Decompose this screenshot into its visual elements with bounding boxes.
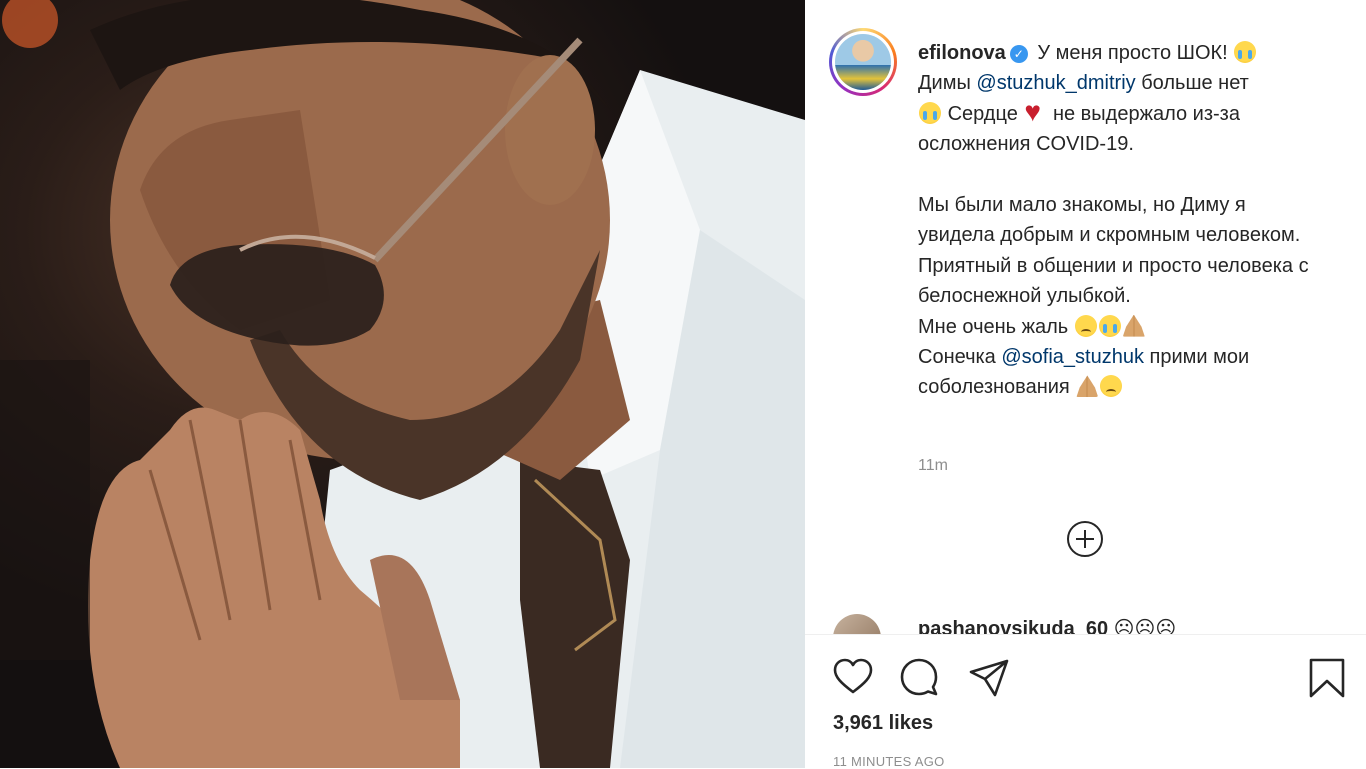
comment-text: pashanovsjkuda_60 ☹☹☹ — [918, 618, 1177, 634]
comment-bubble-icon — [900, 658, 938, 696]
like-button[interactable] — [831, 656, 875, 700]
divider — [805, 634, 1366, 635]
caption-text: Мне очень жаль — [918, 315, 1069, 338]
caption-text: не выдержало из-за — [1052, 102, 1240, 125]
praying-hands-emoji-icon — [1076, 375, 1099, 398]
comment-preview[interactable]: pashanovsjkuda_60 ☹☹☹ — [833, 612, 1353, 634]
crying-emoji-icon — [919, 101, 941, 124]
crying-emoji-icon — [1234, 41, 1257, 63]
story-ring[interactable] — [829, 28, 897, 96]
share-button[interactable] — [967, 656, 1011, 700]
avatar[interactable] — [835, 34, 891, 90]
paper-plane-icon — [969, 659, 1009, 697]
crying-emoji-icon — [1098, 314, 1121, 337]
broken-heart-emoji-icon — [1024, 97, 1046, 127]
caption-text: осложнения COVID-19. — [918, 133, 1134, 156]
sad-emoji-icon — [1074, 314, 1097, 337]
add-circle-icon — [1067, 521, 1103, 557]
action-bar — [805, 650, 1366, 700]
caption-text: больше нет — [1141, 72, 1249, 95]
heart-icon — [833, 658, 873, 694]
load-more-comments-button[interactable] — [1066, 520, 1104, 558]
like-count[interactable]: 3,961 likes — [833, 712, 933, 735]
post-timestamp[interactable]: 11m — [918, 457, 948, 475]
photo-illustration — [0, 0, 805, 768]
post-photo[interactable] — [0, 0, 805, 768]
post-panel: efilonova ✓ У меня просто ШОК! Димы @stuz… — [805, 0, 1366, 769]
commenter-avatar[interactable] — [833, 614, 881, 634]
caption-text: Димы — [918, 72, 971, 95]
caption-text: У меня просто ШОК! — [1037, 42, 1228, 64]
posted-time: 11 MINUTES AGO — [833, 754, 945, 769]
caption-text: Сонечка — [918, 346, 996, 369]
mention-link[interactable]: @stuzhuk_dmitriy — [976, 72, 1135, 94]
username-link[interactable]: efilonova — [918, 42, 1006, 64]
sad-emoji-icon — [1100, 375, 1123, 398]
praying-hands-emoji-icon — [1122, 314, 1145, 337]
bookmark-icon — [1309, 658, 1345, 698]
caption-text: Сердце — [947, 102, 1018, 125]
verified-badge-icon: ✓ — [1009, 45, 1028, 63]
save-button[interactable] — [1305, 656, 1349, 700]
caption-paragraph: Мы были мало знакомы, но Диму я увидела … — [918, 194, 1309, 308]
post-caption: efilonova ✓ У меня просто ШОК! Димы @stuz… — [918, 38, 1328, 403]
comment-button[interactable] — [897, 656, 941, 700]
mention-link[interactable]: @sofia_stuzhuk — [1001, 346, 1144, 368]
